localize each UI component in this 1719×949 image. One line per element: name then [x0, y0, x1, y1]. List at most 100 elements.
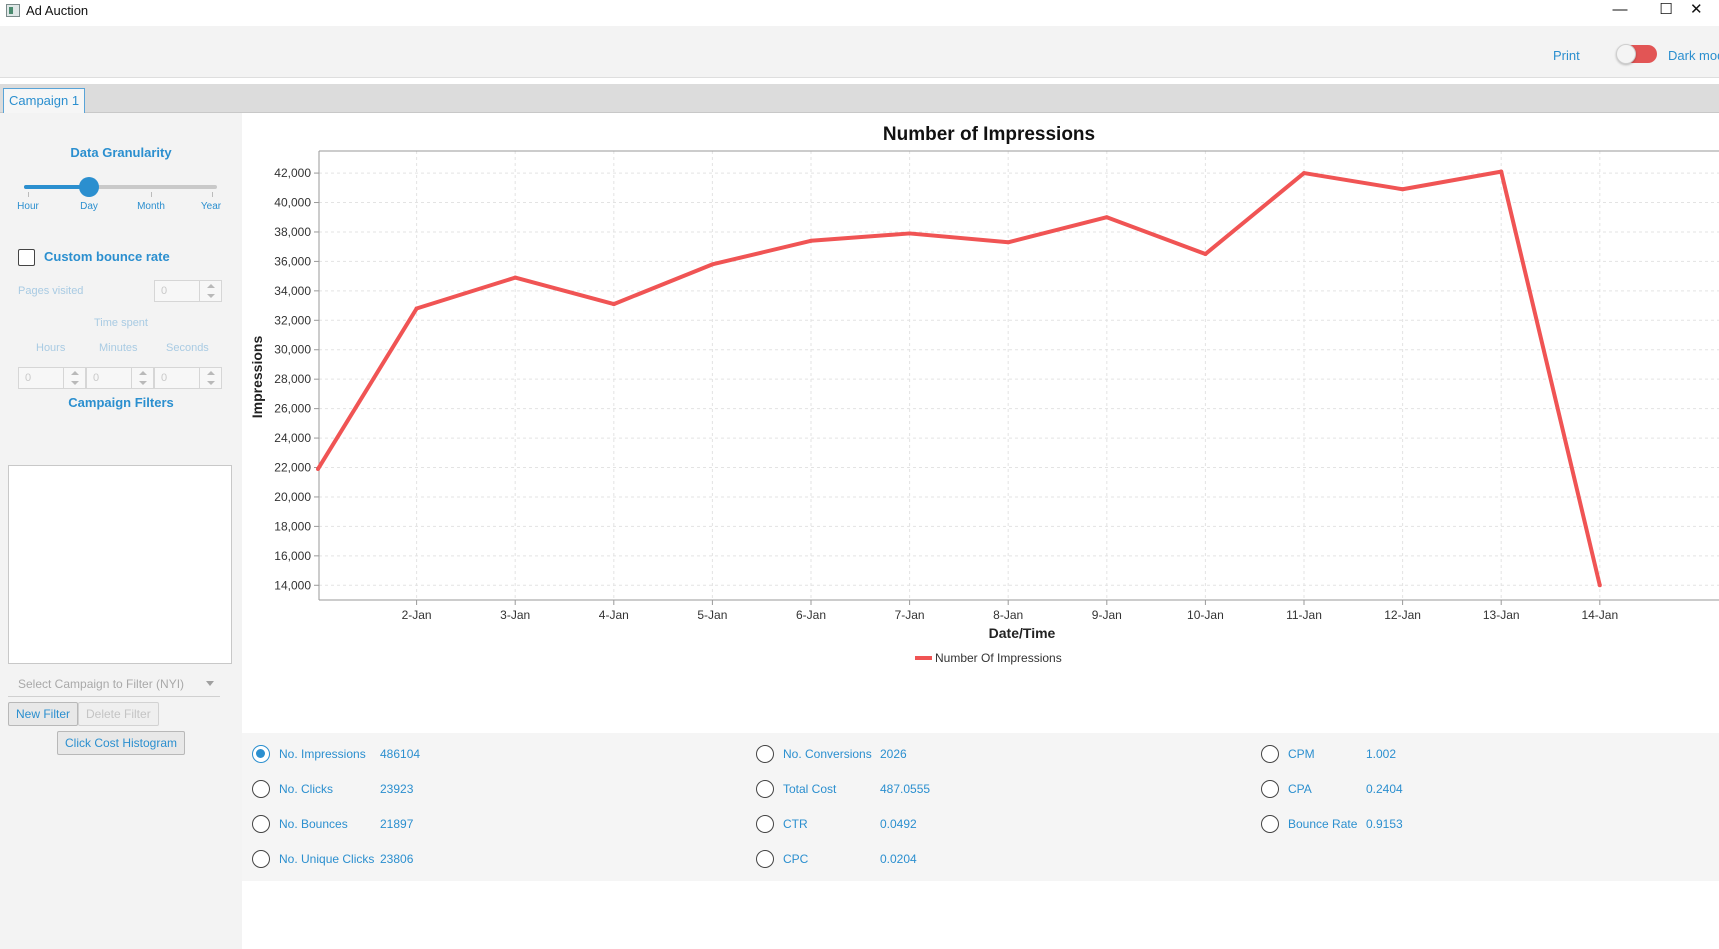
main-panel: 14,000 16,000 18,000 20,000 22,000 24,000 26,0… — [242, 113, 1719, 949]
pages-visited-label: Pages visited — [18, 285, 84, 297]
metric-radio[interactable] — [1261, 745, 1279, 763]
tick-label-month: Month — [137, 201, 165, 212]
maximize-icon[interactable]: ☐ — [1646, 0, 1686, 22]
click-cost-histogram-button[interactable]: Click Cost Histogram — [57, 731, 186, 755]
data-point — [1104, 215, 1109, 220]
metric-label[interactable]: Total Cost — [783, 782, 836, 796]
new-filter-button[interactable]: New Filter — [8, 702, 79, 726]
campaign-filter-list[interactable] — [8, 465, 232, 664]
y-tick-label: 42,000 — [274, 166, 311, 180]
data-point — [907, 231, 912, 236]
spinner-arrows-icon[interactable] — [199, 368, 221, 388]
x-tick-label: 5-Jan — [697, 608, 727, 622]
legend-label: Number Of Impressions — [935, 651, 1062, 665]
metric-label[interactable]: Bounce Rate — [1288, 817, 1357, 831]
metric-radio[interactable] — [1261, 780, 1279, 798]
metric-radio[interactable] — [756, 745, 774, 763]
y-tick-label: 22,000 — [274, 461, 311, 475]
metric-label[interactable]: No. Conversions — [783, 747, 872, 761]
seconds-spinner[interactable]: 0 — [154, 367, 222, 389]
metric-label[interactable]: CPM — [1288, 747, 1315, 761]
y-tick-label: 30,000 — [274, 343, 311, 357]
metric-radio[interactable] — [756, 815, 774, 833]
y-tick-label: 38,000 — [274, 225, 311, 239]
metric-radio[interactable] — [252, 745, 270, 763]
select-placeholder: Select Campaign to Filter (NYI) — [18, 677, 185, 691]
delete-filter-button[interactable]: Delete Filter — [78, 702, 159, 726]
close-icon[interactable]: ✕ — [1690, 0, 1719, 22]
x-tick-label: 7-Jan — [895, 608, 925, 622]
granularity-slider-track[interactable] — [24, 185, 217, 189]
tick-label-day: Day — [80, 201, 98, 212]
tab-campaign-1[interactable]: Campaign 1 — [3, 88, 86, 113]
time-spent-label: Time spent — [93, 317, 148, 329]
y-axis-label: Impressions — [249, 336, 265, 419]
campaign-filter-select[interactable]: Select Campaign to Filter (NYI) — [8, 671, 220, 697]
data-point — [809, 238, 813, 243]
y-tick-label: 16,000 — [274, 549, 311, 563]
data-point — [1499, 169, 1504, 174]
data-point — [1203, 252, 1208, 257]
metric-radio[interactable] — [1261, 815, 1279, 833]
hours-value: 0 — [25, 372, 32, 384]
metric-value: 486104 — [380, 747, 421, 761]
metric-radio[interactable] — [756, 850, 774, 868]
y-tick-label: 20,000 — [274, 490, 311, 504]
metric-label[interactable]: No. Bounces — [279, 817, 348, 831]
custom-bounce-checkbox[interactable] — [18, 249, 35, 266]
metric-radio[interactable] — [252, 850, 270, 868]
spinner-arrows-icon[interactable] — [131, 368, 153, 388]
plot-area — [319, 151, 1719, 600]
title-bar: Ad Auction — ☐ ✕ — [0, 0, 1719, 26]
metric-label[interactable]: No. Unique Clicks — [279, 852, 374, 866]
metric-label[interactable]: CPC — [783, 852, 808, 866]
y-tick-label: 26,000 — [274, 402, 311, 416]
metric-value: 0.2404 — [1366, 782, 1403, 796]
tab-bar: Campaign 1 — [0, 84, 1719, 113]
y-tick-label: 24,000 — [274, 431, 311, 445]
metric-value: 2026 — [880, 747, 907, 761]
metric-value: 487.0555 — [880, 782, 931, 796]
hours-spinner[interactable]: 0 — [18, 367, 86, 389]
minutes-label: Minutes — [99, 342, 138, 354]
metric-radio[interactable] — [252, 815, 270, 833]
y-tick-label: 32,000 — [274, 313, 311, 327]
data-point — [1400, 187, 1405, 192]
print-button[interactable]: Print — [1553, 48, 1580, 63]
custom-bounce-label[interactable]: Custom bounce rate — [44, 249, 170, 264]
spinner-arrows-icon[interactable] — [63, 368, 85, 388]
y-tick-label: 14,000 — [274, 578, 311, 592]
spinner-arrows-icon[interactable] — [199, 281, 221, 301]
x-tick-label: 10-Jan — [1187, 608, 1224, 622]
dark-mode-toggle[interactable] — [1616, 44, 1657, 64]
metric-value: 23806 — [380, 852, 414, 866]
seconds-label: Seconds — [166, 342, 209, 354]
data-point — [1302, 171, 1306, 176]
metric-radio[interactable] — [252, 780, 270, 798]
x-tick-label: 3-Jan — [500, 608, 530, 622]
metric-label[interactable]: CTR — [783, 817, 808, 831]
y-tick-label: 36,000 — [274, 254, 311, 268]
hours-label: Hours — [36, 342, 66, 354]
pages-visited-value: 0 — [161, 285, 168, 297]
x-tick-label: 2-Jan — [402, 608, 432, 622]
tick-label-hour: Hour — [17, 201, 39, 212]
minimize-icon[interactable]: — — [1600, 0, 1640, 22]
x-tick-label: 13-Jan — [1483, 608, 1520, 622]
pages-visited-spinner[interactable]: 0 — [154, 280, 222, 302]
metric-label[interactable]: No. Impressions — [279, 747, 366, 761]
chevron-down-icon — [206, 681, 214, 690]
data-point — [316, 466, 320, 471]
minutes-value: 0 — [93, 372, 100, 384]
x-tick-label: 11-Jan — [1286, 608, 1322, 622]
data-point — [611, 302, 616, 307]
granularity-slider-thumb[interactable] — [79, 177, 99, 197]
data-point — [414, 306, 419, 311]
x-tick-label: 14-Jan — [1581, 608, 1618, 622]
minutes-spinner[interactable]: 0 — [86, 367, 154, 389]
toggle-knob — [1616, 44, 1636, 64]
metric-label[interactable]: No. Clicks — [279, 782, 333, 796]
metric-label[interactable]: CPA — [1288, 782, 1312, 796]
metric-radio[interactable] — [756, 780, 774, 798]
seconds-value: 0 — [161, 372, 168, 384]
